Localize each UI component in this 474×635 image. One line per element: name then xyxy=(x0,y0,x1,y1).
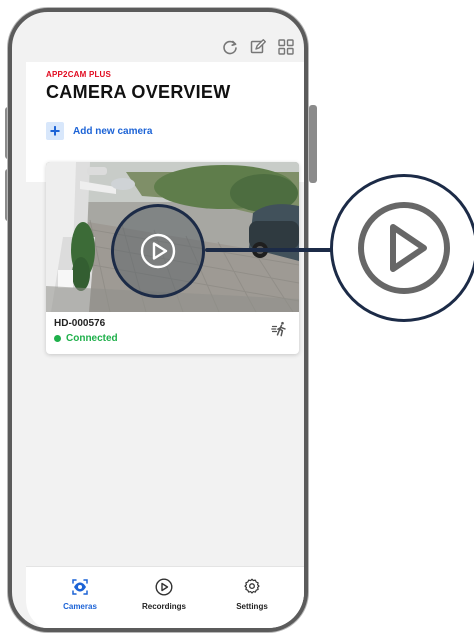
play-circle-icon xyxy=(154,577,174,597)
app-name: APP2CAM PLUS xyxy=(46,70,112,79)
nav-settings-label: Settings xyxy=(236,602,268,611)
camera-eye-icon xyxy=(70,577,90,597)
motion-detection-icon[interactable] xyxy=(271,320,289,338)
camera-card-footer: HD-000576 Connected xyxy=(46,312,299,354)
play-icon xyxy=(358,202,450,294)
play-icon xyxy=(140,233,176,269)
nav-cameras[interactable]: Cameras xyxy=(46,577,114,621)
refresh-icon[interactable] xyxy=(221,38,239,56)
plus-icon: + xyxy=(46,122,64,140)
top-toolbar xyxy=(26,32,304,62)
app-screen: APP2CAM PLUS CAMERA OVERVIEW + Add new c… xyxy=(26,32,304,628)
nav-recordings-label: Recordings xyxy=(141,602,186,611)
nav-settings[interactable]: Settings xyxy=(218,577,286,621)
callout-connector-line xyxy=(205,248,332,252)
gear-icon xyxy=(242,577,262,597)
page-title: CAMERA OVERVIEW xyxy=(46,82,231,102)
play-button-highlight[interactable] xyxy=(111,204,205,298)
zoomed-play-icon-callout xyxy=(330,174,474,322)
edit-icon[interactable] xyxy=(249,38,267,56)
grid-view-icon[interactable] xyxy=(277,38,295,56)
phone-frame: APP2CAM PLUS CAMERA OVERVIEW + Add new c… xyxy=(8,8,308,632)
add-camera-label: Add new camera xyxy=(73,125,153,137)
camera-name: HD-000576 xyxy=(54,318,106,329)
nav-recordings[interactable]: Recordings xyxy=(130,577,198,621)
app-screenshot-stage: APP2CAM PLUS CAMERA OVERVIEW + Add new c… xyxy=(0,0,474,635)
bottom-navigation: Cameras Recordings Settings xyxy=(26,566,304,628)
power-button xyxy=(309,105,317,183)
camera-status-label: Connected xyxy=(66,333,118,344)
connected-status-dot-icon xyxy=(54,335,61,342)
camera-status: Connected xyxy=(54,333,118,344)
nav-cameras-label: Cameras xyxy=(63,602,97,611)
add-camera-button[interactable]: + Add new camera xyxy=(46,122,152,140)
